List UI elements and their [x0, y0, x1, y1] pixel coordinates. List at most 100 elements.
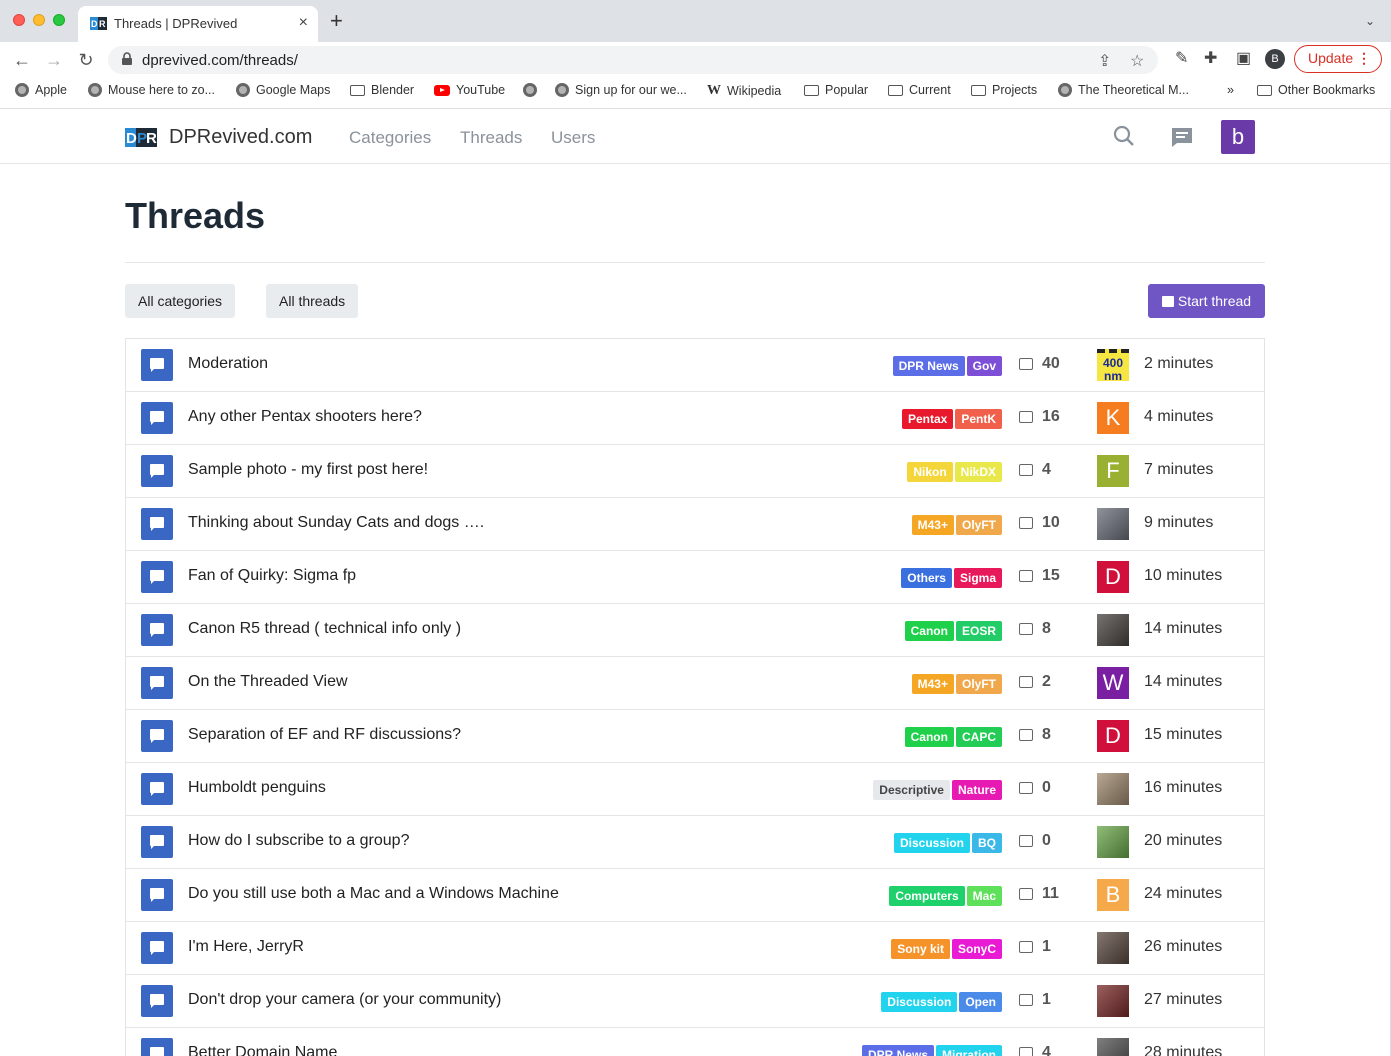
- thread-chat-icon[interactable]: [141, 614, 173, 646]
- more-menu-icon[interactable]: ⋮: [1357, 46, 1371, 71]
- last-poster-avatar[interactable]: [1097, 985, 1129, 1017]
- last-poster-avatar[interactable]: D: [1097, 720, 1129, 752]
- browser-tab[interactable]: D R Threads | DPRevived ×: [78, 6, 318, 42]
- thread-chat-icon[interactable]: [141, 667, 173, 699]
- dpr-logo-icon[interactable]: D P R: [125, 128, 157, 147]
- thread-title-link[interactable]: Don't drop your camera (or your communit…: [188, 991, 501, 1009]
- profile-avatar[interactable]: B: [1265, 49, 1285, 69]
- thread-row[interactable]: Canon R5 thread ( technical info only ) C…: [126, 604, 1264, 657]
- start-thread-button[interactable]: Start thread: [1148, 284, 1265, 318]
- thread-title-link[interactable]: Do you still use both a Mac and a Window…: [188, 885, 559, 903]
- thread-title-link[interactable]: Any other Pentax shooters here?: [188, 408, 422, 426]
- bookmark-wikipedia[interactable]: W Wikipedia: [707, 83, 781, 99]
- category-tag[interactable]: SonyC: [951, 939, 1002, 959]
- category-tag[interactable]: BQ: [972, 833, 1002, 853]
- close-window-button[interactable]: [13, 14, 25, 26]
- side-panel-icon[interactable]: ▣: [1236, 48, 1251, 68]
- nav-threads[interactable]: Threads: [460, 128, 522, 148]
- last-poster-avatar[interactable]: [1097, 1038, 1129, 1056]
- extension-leaf-icon[interactable]: ✎: [1175, 48, 1188, 68]
- nav-categories[interactable]: Categories: [349, 128, 431, 148]
- thread-title-link[interactable]: Sample photo - my first post here!: [188, 461, 428, 479]
- category-tag[interactable]: OlyFT: [955, 515, 1002, 535]
- last-poster-avatar[interactable]: D: [1097, 561, 1129, 593]
- thread-row[interactable]: Do you still use both a Mac and a Window…: [126, 869, 1264, 922]
- thread-chat-icon[interactable]: [141, 1038, 173, 1056]
- thread-chat-icon[interactable]: [141, 561, 173, 593]
- back-button[interactable]: ←: [10, 48, 34, 72]
- tab-search-chevron-icon[interactable]: ⌄: [1365, 14, 1375, 28]
- all-threads-button[interactable]: All threads: [266, 284, 359, 318]
- thread-title-link[interactable]: Separation of EF and RF discussions?: [188, 726, 461, 744]
- site-title-link[interactable]: DPRevived.com: [169, 126, 312, 149]
- thread-chat-icon[interactable]: [141, 773, 173, 805]
- category-tag[interactable]: DPR News: [861, 1045, 934, 1056]
- last-poster-avatar[interactable]: [1097, 826, 1129, 858]
- category-tag[interactable]: DPR News: [892, 356, 965, 376]
- thread-row[interactable]: On the Threaded View M43+ OlyFT 2 W 14 minute…: [126, 657, 1264, 710]
- bookmark-google-maps[interactable]: Google Maps: [236, 83, 330, 97]
- bookmarks-overflow-button[interactable]: »: [1227, 83, 1234, 97]
- bookmark-star-icon[interactable]: ☆: [1130, 51, 1144, 71]
- bookmark-popular[interactable]: Popular: [804, 83, 868, 97]
- bookmark-current[interactable]: Current: [888, 83, 951, 97]
- bookmark-apple[interactable]: Apple: [15, 83, 67, 97]
- category-tag[interactable]: Nikon: [907, 462, 953, 482]
- last-poster-avatar[interactable]: [1097, 932, 1129, 964]
- reload-button[interactable]: ↻: [74, 48, 98, 72]
- thread-chat-icon[interactable]: [141, 455, 173, 487]
- thread-chat-icon[interactable]: [141, 508, 173, 540]
- bookmark-projects[interactable]: Projects: [971, 83, 1037, 97]
- last-poster-avatar[interactable]: [1097, 508, 1129, 540]
- thread-title-link[interactable]: On the Threaded View: [188, 673, 348, 691]
- thread-chat-icon[interactable]: [141, 826, 173, 858]
- thread-title-link[interactable]: I'm Here, JerryR: [188, 938, 304, 956]
- close-tab-icon[interactable]: ×: [299, 14, 308, 32]
- thread-title-link[interactable]: How do I subscribe to a group?: [188, 832, 409, 850]
- thread-row[interactable]: Better Domain Name DPR News Migration 4 28 m…: [126, 1028, 1264, 1056]
- bookmark-mouse[interactable]: Mouse here to zo...: [88, 83, 215, 97]
- category-tag[interactable]: Canon: [904, 621, 954, 641]
- category-tag[interactable]: Sony kit: [891, 939, 950, 959]
- nav-users[interactable]: Users: [551, 128, 595, 148]
- bookmark-theoretical[interactable]: The Theoretical M...: [1058, 83, 1189, 97]
- thread-title-link[interactable]: Humboldt penguins: [188, 779, 326, 797]
- thread-chat-icon[interactable]: [141, 720, 173, 752]
- zoom-window-button[interactable]: [53, 14, 65, 26]
- thread-row[interactable]: I'm Here, JerryR Sony kit SonyC 1 26 minutes: [126, 922, 1264, 975]
- last-poster-avatar[interactable]: 400 nm: [1097, 349, 1129, 383]
- category-tag[interactable]: CAPC: [955, 727, 1002, 747]
- thread-row[interactable]: Moderation DPR News Gov 40 400 nm 2 minutes: [126, 339, 1264, 392]
- category-tag[interactable]: EOSR: [955, 621, 1002, 641]
- thread-row[interactable]: Fan of Quirky: Sigma fp Others Sigma 15 D 10 …: [126, 551, 1264, 604]
- category-tag[interactable]: Others: [901, 568, 952, 588]
- thread-title-link[interactable]: Fan of Quirky: Sigma fp: [188, 567, 356, 585]
- extensions-puzzle-icon[interactable]: ✚: [1204, 48, 1217, 68]
- category-tag[interactable]: OlyFT: [955, 674, 1002, 694]
- category-tag[interactable]: Mac: [966, 886, 1002, 906]
- last-poster-avatar[interactable]: F: [1097, 455, 1129, 487]
- thread-chat-icon[interactable]: [141, 402, 173, 434]
- thread-chat-icon[interactable]: [141, 349, 173, 381]
- other-bookmarks[interactable]: Other Bookmarks: [1257, 83, 1375, 97]
- last-poster-avatar[interactable]: K: [1097, 402, 1129, 434]
- share-icon[interactable]: ⇪: [1098, 51, 1111, 71]
- thread-title-link[interactable]: Canon R5 thread ( technical info only ): [188, 620, 461, 638]
- thread-chat-icon[interactable]: [141, 985, 173, 1017]
- thread-chat-icon[interactable]: [141, 932, 173, 964]
- thread-title-link[interactable]: Moderation: [188, 355, 268, 373]
- category-tag[interactable]: Descriptive: [873, 780, 950, 800]
- bookmark-untitled[interactable]: [523, 83, 543, 97]
- last-poster-avatar[interactable]: B: [1097, 879, 1129, 911]
- thread-chat-icon[interactable]: [141, 879, 173, 911]
- bookmark-blender[interactable]: Blender: [350, 83, 414, 97]
- category-tag[interactable]: Canon: [904, 727, 954, 747]
- category-tag[interactable]: Pentax: [901, 409, 954, 429]
- search-icon[interactable]: [1112, 124, 1136, 148]
- thread-title-link[interactable]: Thinking about Sunday Cats and dogs ….: [188, 514, 484, 532]
- update-button[interactable]: Update ⋮: [1294, 45, 1382, 73]
- thread-row[interactable]: Any other Pentax shooters here? Pentax Pen…: [126, 392, 1264, 445]
- minimize-window-button[interactable]: [33, 14, 45, 26]
- forward-button[interactable]: →: [42, 48, 66, 72]
- address-bar[interactable]: dprevived.com/threads/ ⇪ ☆: [108, 46, 1158, 74]
